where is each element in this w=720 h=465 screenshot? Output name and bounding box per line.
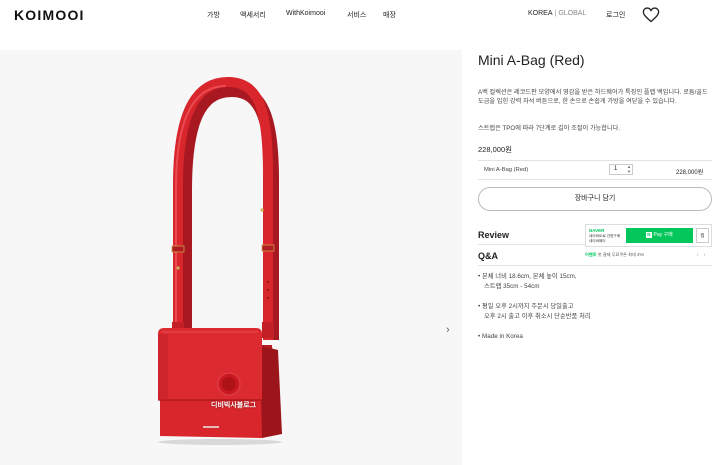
option-divider-top: [478, 160, 712, 161]
nav-item-service[interactable]: 서비스: [347, 10, 383, 20]
strap-note: 스트랩은 TPO에 따라 7단계로 길이 조절이 가능합니다.: [478, 125, 621, 132]
naver-pay-buy-label: Pay 구매: [653, 232, 673, 238]
naver-pay-event: 이벤트 첫 결제 무료쿠폰 최대 4%!: [585, 252, 644, 258]
region-separator: |: [554, 10, 557, 17]
spec-line: • Made in Korea: [478, 333, 523, 340]
naver-pay-subtitle-2: 네이버페이: [589, 239, 606, 243]
naver-event-label: 이벤트: [585, 252, 597, 257]
spec-line: 오후 2시 출고 이후 취소시 단순반품 처리: [484, 313, 591, 320]
review-tab[interactable]: Review: [478, 230, 509, 240]
header: KOIMOOI 가방 액세서리 WithKoimooi 서비스 매장 KOREA…: [0, 0, 720, 32]
login-link[interactable]: 로그인: [606, 10, 625, 20]
spec-line: • 본체 너비 18.6cm, 본체 높이 15cm,: [478, 273, 577, 280]
product-image: 디비빅사블로그 ›: [0, 50, 462, 465]
naver-pay-box: NAVER 네이버ID로 간편구매 네이버페이 N Pay 구매 찜: [585, 224, 712, 247]
product-price: 228,000원: [478, 145, 513, 154]
naver-pay-n-icon: N: [646, 232, 652, 238]
add-to-cart-button[interactable]: 장바구니 담기: [478, 187, 712, 211]
naver-pay-buy-button[interactable]: N Pay 구매: [626, 228, 693, 243]
nav-item-accessories[interactable]: 액세서리: [240, 10, 286, 20]
blog-watermark: 디비빅사블로그: [211, 402, 257, 409]
qna-tab[interactable]: Q&A: [478, 251, 498, 261]
qna-divider: [478, 265, 712, 266]
option-price: 228,000원: [676, 170, 704, 176]
spec-line: 스트랩 35cm - 54cm: [484, 283, 540, 290]
product-description: A백 컬렉션은 레코드판 모양에서 영감을 받은 하드웨어가 특징인 플랩 백입…: [478, 89, 708, 105]
quantity-down-icon[interactable]: ▼: [625, 169, 633, 174]
main-nav: 가방 액세서리 WithKoimooi 서비스 매장: [207, 10, 403, 20]
nav-item-bags[interactable]: 가방: [207, 10, 240, 20]
naver-wishlist-button[interactable]: 찜: [696, 228, 709, 243]
wishlist-heart-icon[interactable]: [642, 7, 660, 23]
option-divider-bottom: [478, 179, 712, 180]
naver-pay-widget: NAVER 네이버ID로 간편구매 네이버페이 N Pay 구매 찜 이벤트 첫 …: [585, 224, 712, 264]
nav-item-stores[interactable]: 매장: [383, 10, 403, 20]
spec-line: • 평일 오후 2시까지 주문시 당일출고: [478, 303, 574, 310]
quantity-stepper[interactable]: ▲ ▼: [625, 164, 633, 175]
brand-logo[interactable]: KOIMOOI: [14, 7, 85, 23]
product-title: Mini A-Bag (Red): [478, 52, 585, 68]
next-image-arrow-icon[interactable]: ›: [446, 324, 450, 336]
naver-event-arrows-icon[interactable]: ‹ ›: [697, 252, 707, 257]
region-switcher: KOREA | GLOBAL: [528, 10, 586, 17]
naver-brand: NAVER: [589, 228, 605, 233]
naver-event-text: 첫 결제 무료쿠폰 최대 4%!: [597, 252, 645, 257]
selected-option-name: Mini A-Bag (Red): [484, 167, 529, 173]
product-specs: • 본체 너비 18.6cm, 본체 높이 15cm, 스트랩 35cm - 5…: [478, 272, 591, 342]
region-korea-link[interactable]: KOREA: [528, 10, 553, 17]
region-global-link[interactable]: GLOBAL: [558, 10, 586, 17]
nav-item-withkoimooi[interactable]: WithKoimooi: [286, 10, 347, 20]
